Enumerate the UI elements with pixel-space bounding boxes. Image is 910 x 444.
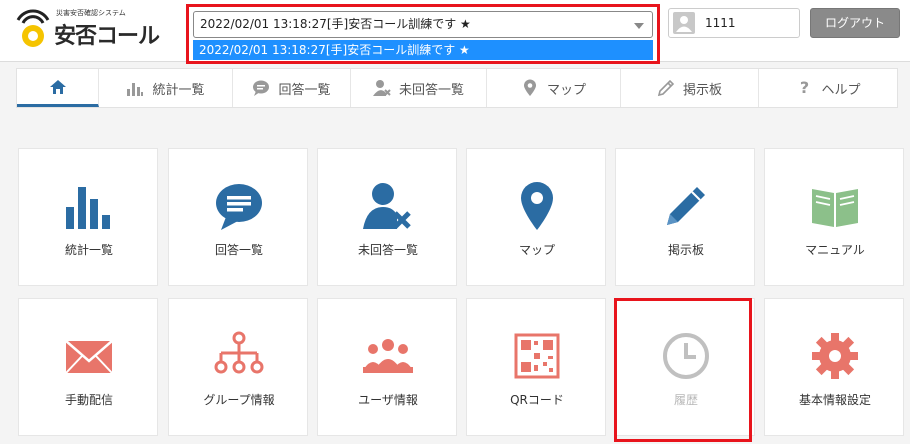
- tile-map[interactable]: マップ: [466, 148, 606, 286]
- tile-history-label: 履歴: [673, 393, 698, 407]
- tile-groups-label: グループ情報: [203, 393, 275, 407]
- map-pin-icon: [521, 182, 553, 230]
- tile-statistics-label: 統計一覧: [64, 243, 113, 257]
- tile-users[interactable]: ユーザ情報: [317, 298, 457, 436]
- drill-dropdown-option[interactable]: 2022/02/01 13:18:27[手]安否コール訓練です ★: [193, 40, 653, 60]
- tile-unanswered[interactable]: 未回答一覧: [317, 148, 457, 286]
- tile-manual-label: マニュアル: [805, 243, 865, 257]
- tile-answers-label: 回答一覧: [214, 243, 263, 257]
- user-field[interactable]: 1111: [668, 8, 800, 38]
- gear-icon: [812, 333, 858, 379]
- clock-icon: [663, 333, 709, 379]
- logo-title: 安否コール: [54, 24, 160, 49]
- bar-chart-icon: [127, 83, 144, 96]
- tile-answers[interactable]: 回答一覧: [168, 148, 308, 286]
- drill-select-highlight: 2022/02/01 13:18:27[手]安否コール訓練です ★ 2022/0…: [186, 4, 660, 64]
- logo-mark-icon: [16, 9, 50, 47]
- nav-help[interactable]: ? ヘルプ: [759, 69, 897, 107]
- tile-qr-code-label: QRコード: [510, 393, 564, 407]
- nav-unanswered-label: 未回答一覧: [398, 82, 464, 98]
- tile-qr-code[interactable]: QRコード: [466, 298, 606, 436]
- nav-map-label: マップ: [546, 82, 586, 98]
- nav-map[interactable]: マップ: [487, 69, 621, 107]
- tile-settings-label: 基本情報設定: [798, 393, 871, 407]
- org-chart-icon: [214, 331, 264, 374]
- nav-help-label: ヘルプ: [821, 82, 861, 98]
- pencil-icon: [667, 187, 705, 225]
- tile-manual-send[interactable]: 手動配信: [18, 298, 158, 436]
- drill-select-value: 2022/02/01 13:18:27[手]安否コール訓練です ★: [200, 17, 471, 31]
- tile-users-label: ユーザ情報: [358, 393, 418, 407]
- map-pin-icon: [523, 79, 536, 96]
- main-nav: 統計一覧 回答一覧 未回答一覧 マップ 掲示板 ? ヘルプ: [16, 68, 898, 108]
- nav-home[interactable]: [17, 69, 99, 107]
- user-id: 1111: [705, 16, 736, 30]
- tile-history[interactable]: 履歴: [615, 298, 755, 436]
- question-icon: ?: [799, 78, 810, 97]
- nav-bulletin[interactable]: 掲示板: [621, 69, 759, 107]
- logout-button[interactable]: ログアウト: [810, 8, 900, 38]
- tile-manual[interactable]: マニュアル: [764, 148, 904, 286]
- tile-manual-send-label: 手動配信: [64, 393, 113, 407]
- speech-bubble-icon: [216, 184, 262, 230]
- users-icon: [363, 339, 413, 373]
- logo[interactable]: 災害安否確認システム 安否コール: [14, 6, 174, 52]
- home-icon: [49, 79, 66, 94]
- user-x-icon: [363, 183, 411, 229]
- tile-bulletin-label: 掲示板: [667, 243, 704, 257]
- tile-settings[interactable]: 基本情報設定: [764, 298, 904, 436]
- pencil-icon: [657, 79, 675, 97]
- logo-subtitle: 災害安否確認システム: [56, 9, 126, 17]
- nav-bulletin-label: 掲示板: [682, 82, 722, 98]
- user-x-icon: [372, 80, 391, 96]
- nav-unanswered[interactable]: 未回答一覧: [351, 69, 487, 107]
- tile-map-label: マップ: [518, 243, 555, 257]
- envelope-icon: [65, 340, 113, 374]
- nav-statistics[interactable]: 統計一覧: [99, 69, 233, 107]
- nav-answers-label: 回答一覧: [278, 82, 331, 98]
- nav-statistics-label: 統計一覧: [152, 82, 205, 98]
- tile-statistics[interactable]: 統計一覧: [18, 148, 158, 286]
- qr-code-icon: [514, 333, 560, 379]
- nav-answers[interactable]: 回答一覧: [233, 69, 351, 107]
- speech-bubble-icon: [253, 80, 270, 96]
- drill-select[interactable]: 2022/02/01 13:18:27[手]安否コール訓練です ★: [193, 11, 653, 38]
- user-avatar-icon: [673, 12, 695, 34]
- book-icon: [812, 189, 858, 227]
- bar-chart-icon: [66, 187, 110, 229]
- tile-bulletin[interactable]: 掲示板: [615, 148, 755, 286]
- chevron-down-icon: [634, 23, 644, 29]
- tile-groups[interactable]: グループ情報: [168, 298, 308, 436]
- tile-unanswered-label: 未回答一覧: [357, 243, 418, 257]
